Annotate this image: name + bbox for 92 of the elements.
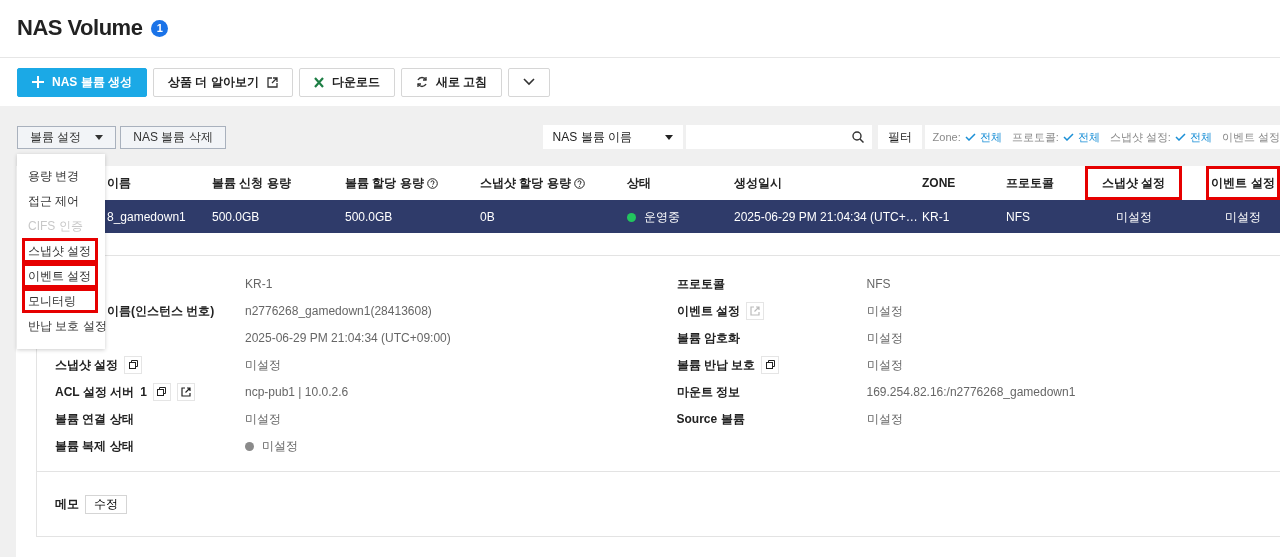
link-button[interactable] (176, 382, 195, 401)
column-header[interactable]: ZONE (922, 166, 1006, 200)
column-header[interactable]: 생성일시 (734, 166, 922, 200)
detail-label: Source 볼륨 (676, 410, 745, 428)
caret-down-icon (95, 134, 104, 140)
detail-value: 미설정 (245, 357, 281, 372)
filter-label: 프로토콜: (1011, 129, 1059, 145)
copy-button[interactable] (761, 355, 780, 374)
table-cell: 미설정 (1115, 209, 1152, 224)
toolbar-button[interactable]: 상품 더 알아보기 (153, 67, 293, 97)
table-cell: NFS (1006, 209, 1030, 224)
copy-icon (128, 360, 138, 369)
detail-value: ncp-pub1 | 10.0.2.6 (245, 384, 349, 399)
detail-label: 볼륨 암호화 (676, 329, 740, 347)
menu-item[interactable]: 반납 보호 설정 (17, 313, 105, 338)
column-header[interactable]: 볼륨 할당 용량 (345, 166, 480, 200)
status-dot (627, 212, 636, 222)
help-icon (574, 178, 585, 190)
table-cell: 미설정 (1225, 209, 1261, 224)
more-button[interactable] (508, 67, 551, 97)
menu-item[interactable]: 모니터링 (22, 288, 98, 313)
page-title: NAS Volume (17, 15, 143, 42)
detail-value: n2776268_gamedown1(28413608) (245, 303, 432, 318)
table-cell: 0B (480, 209, 495, 224)
external-link-icon (749, 305, 760, 316)
filter-button[interactable]: 필터 (877, 125, 922, 149)
menu-item[interactable]: 스냅샷 설정 (22, 238, 98, 263)
detail-label: ACL 설정 서버 (55, 383, 135, 401)
external-link-icon (266, 76, 278, 88)
check-icon (964, 133, 976, 141)
detail-value: 미설정 (245, 411, 281, 426)
filter-value[interactable]: 전체 (1189, 128, 1212, 146)
menu-item[interactable]: 용량 변경 (17, 163, 105, 188)
chevron-down-icon (523, 78, 536, 86)
count-text: 1 (140, 383, 147, 401)
detail-value: 미설정 (866, 330, 903, 345)
toolbar-button[interactable]: 새로 고침 (400, 67, 503, 97)
detail-value: 미설정 (866, 411, 903, 426)
detail-value: NFS (866, 276, 891, 291)
filter-label: 이벤트 설정 (1221, 129, 1280, 145)
detail-label: 볼륨 반납 보호 (676, 356, 756, 374)
column-header[interactable]: 상태 (627, 166, 734, 200)
table-cell: 운영중 (644, 209, 680, 224)
check-icon (1174, 133, 1186, 141)
column-header[interactable]: 프로토콜 (1006, 166, 1085, 200)
x-icon (313, 76, 324, 88)
column-header[interactable]: 볼륨 신청 용량 (212, 166, 345, 200)
table-cell: 500.0GB (345, 209, 393, 224)
search-field[interactable] (685, 125, 872, 149)
detail-label: 이름(인스턴스 번호) (107, 302, 215, 320)
edit-button[interactable]: 수정 (85, 494, 127, 514)
search-select[interactable]: NAS 볼륨 이름 (542, 125, 683, 149)
count-badge: 1 (151, 20, 169, 37)
table-cell: 2025-06-29 PM 21:04:34 (UTC+… (734, 209, 918, 224)
copy-button[interactable] (152, 382, 171, 401)
help-icon (427, 178, 438, 190)
table-cell: KR-1 (922, 209, 950, 224)
filter-label: 스냅샷 설정: (1109, 129, 1171, 145)
refresh-icon (415, 76, 428, 88)
detail-value: 169.254.82.16:/n2776268_gamedown1 (866, 384, 1076, 399)
plus-icon (32, 76, 44, 88)
toolbar-button[interactable]: 다운로드 (298, 67, 395, 97)
detail-value: 미설정 (866, 303, 903, 318)
table-cell: 8_gamedown1 (107, 209, 186, 224)
detail-value: 미설정 (262, 438, 298, 453)
detail-value: 2025-06-29 PM 21:04:34 (UTC+09:00) (245, 330, 451, 345)
dropdown-button[interactable]: 볼륨 설정 (17, 125, 117, 149)
table-cell: 500.0GB (212, 209, 260, 224)
copy-icon (157, 387, 167, 396)
memo-label: 메모 (55, 496, 79, 513)
caret-down-icon (664, 134, 673, 140)
detail-value: KR-1 (245, 276, 273, 291)
detail-label: 프로토콜 (676, 275, 725, 293)
menu-item[interactable]: 이벤트 설정 (22, 263, 98, 288)
detail-label: 마운트 정보 (676, 383, 740, 401)
detail-label: 볼륨 연결 상태 (55, 410, 134, 428)
detail-label: 스냅샷 설정 (55, 356, 119, 374)
column-header[interactable]: 스냅샷 설정 (1085, 166, 1182, 200)
column-header[interactable]: 이벤트 설정 (1206, 166, 1280, 200)
filter-label: Zone: (932, 129, 961, 145)
detail-label: 이벤트 설정 (676, 302, 740, 320)
detail-value: 미설정 (866, 357, 903, 372)
filter-value[interactable]: 전체 (1077, 128, 1100, 146)
detail-label: 볼륨 복제 상태 (55, 437, 134, 455)
check-icon (1062, 133, 1074, 141)
action-button[interactable]: NAS 볼륨 삭제 (120, 125, 226, 149)
copy-icon (765, 360, 775, 369)
search-icon (851, 131, 864, 143)
copy-button[interactable] (124, 355, 143, 374)
filter-value[interactable]: 전체 (979, 128, 1002, 146)
column-header[interactable]: 스냅샷 할당 용량 (480, 166, 627, 200)
external-link-icon (180, 386, 191, 397)
